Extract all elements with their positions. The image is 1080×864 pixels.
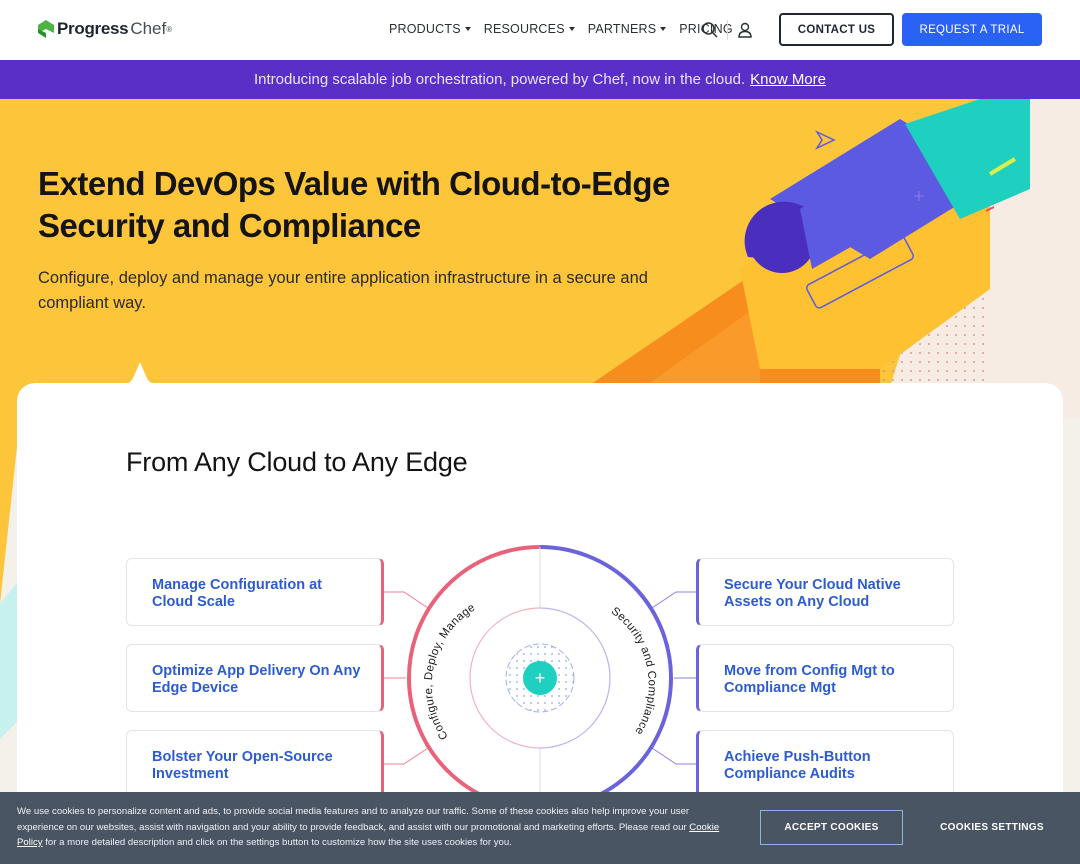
nav-resources-label: RESOURCES [483,22,565,36]
nav-divider [727,20,728,40]
cookies-settings-button[interactable]: COOKIES SETTINGS [922,810,1062,845]
progress-chef-logo[interactable]: Progress Chef ® [38,19,172,39]
nav-products-label: PRODUCTS [389,22,461,36]
plus-icon: + [535,668,546,688]
feature-label: Secure Your Cloud Native Assets on Any C… [724,577,901,610]
nav-resources[interactable]: RESOURCES [484,22,575,36]
user-icon[interactable] [736,21,754,39]
feature-manage-configuration[interactable]: Manage Configuration at Cloud Scale [126,558,384,626]
cookie-banner: We use cookies to personalize content an… [0,792,1080,864]
feature-label: Move from Config Mgt to Compliance Mgt [724,663,895,696]
logo-chef-text: Chef [130,19,167,38]
hero-subtitle: Configure, deploy and manage your entire… [38,269,648,312]
nav-products[interactable]: PRODUCTS [389,22,471,36]
card-notch [118,362,162,386]
ring-right-label: Security and Compliance [609,605,658,737]
feature-label: Achieve Push-Button Compliance Audits [724,749,871,782]
svg-text:Configure, Deploy, Manage: Configure, Deploy, Manage [423,602,478,742]
hero-section [0,99,1080,419]
nav-partners-label: PARTNERS [587,22,657,36]
ring-left-label: Configure, Deploy, Manage [423,602,477,742]
request-trial-button[interactable]: REQUEST A TRIAL [902,13,1042,46]
site-header: Progress Chef ® PRODUCTS RESOURCES PARTN… [0,0,1080,60]
feature-push-button-audits[interactable]: Achieve Push-Button Compliance Audits [696,730,954,798]
caret-down-icon [568,27,575,31]
feature-label: Manage Configuration at Cloud Scale [152,577,322,610]
know-more-link[interactable]: Know More [750,71,826,88]
section-title: From Any Cloud to Any Edge [126,447,468,477]
accept-cookies-button[interactable]: ACCEPT COOKIES [760,810,903,845]
logo-trademark: ® [166,24,173,34]
nav-partners[interactable]: PARTNERS [588,22,667,36]
announcement-text: Introducing scalable job orchestration, … [253,71,746,88]
cookie-message: We use cookies to personalize content an… [17,804,732,851]
cloud-to-edge-diagram: Configure, Deploy, Manage Security and C… [382,545,698,810]
progress-logo-icon [38,20,54,38]
feature-config-to-compliance[interactable]: Move from Config Mgt to Compliance Mgt [696,644,954,712]
main-nav: PRODUCTS RESOURCES PARTNERS PRICING [389,22,746,36]
feature-label: Bolster Your Open-Source Investment [152,749,333,782]
contact-us-button[interactable]: CONTACT US [779,13,894,46]
feature-optimize-app-delivery[interactable]: Optimize App Delivery On Any Edge Device [126,644,384,712]
svg-text:Security and Compliance: Security and Compliance [609,605,658,737]
cookie-text-before: We use cookies to personalize content an… [17,806,690,833]
feature-label: Optimize App Delivery On Any Edge Device [152,663,361,696]
feature-bolster-open-source[interactable]: Bolster Your Open-Source Investment [126,730,384,798]
hero-illustration [540,99,1080,419]
hero-title: Extend DevOps Value with Cloud-to-Edge S… [38,165,670,244]
search-icon[interactable] [701,21,719,39]
announcement-bar: Introducing scalable job orchestration, … [0,60,1080,99]
caret-down-icon [464,27,471,31]
caret-down-icon [660,27,667,31]
logo-progress-text: Progress [57,19,129,38]
feature-secure-cloud-native[interactable]: Secure Your Cloud Native Assets on Any C… [696,558,954,626]
cookie-text-after: for a more detailed description and clic… [42,837,512,848]
